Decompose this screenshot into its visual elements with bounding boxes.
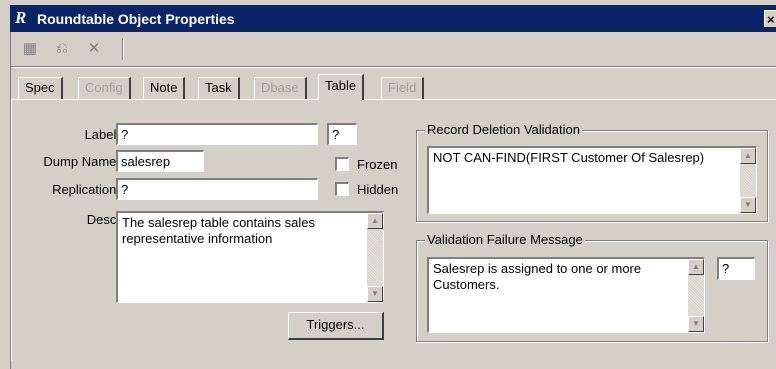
record-deletion-scrollbar[interactable]: ▲ ▼ bbox=[740, 148, 756, 213]
tab-note[interactable]: Note bbox=[143, 77, 186, 99]
validation-failure-group: Validation Failure Message Salesrep is a… bbox=[416, 232, 768, 342]
close-icon[interactable]: × bbox=[764, 10, 776, 27]
triggers-button[interactable]: Triggers... bbox=[288, 312, 384, 340]
frozen-label: Frozen bbox=[357, 157, 398, 172]
validation-failure-scrollbar[interactable]: ▲ ▼ bbox=[688, 259, 704, 332]
toolbar-divider bbox=[11, 66, 776, 68]
record-deletion-title: Record Deletion Validation bbox=[425, 122, 582, 137]
replication-label: Replication: bbox=[52, 182, 120, 197]
validation-failure-text: Salesrep is assigned to one or more Cust… bbox=[433, 261, 642, 292]
validation-failure-title: Validation Failure Message bbox=[425, 232, 585, 247]
scroll-down-icon[interactable]: ▼ bbox=[740, 197, 756, 213]
validation-failure-extra-input[interactable]: ? bbox=[717, 257, 755, 280]
desc-label: Desc: bbox=[86, 212, 120, 227]
frozen-checkbox[interactable] bbox=[335, 157, 349, 171]
tab-task[interactable]: Task bbox=[198, 77, 240, 99]
window-title: Roundtable Object Properties bbox=[37, 11, 235, 27]
replication-input[interactable]: ? bbox=[116, 178, 318, 200]
toolbar: ▦ ⎌ ✕ bbox=[18, 36, 128, 62]
table-tab-panel: Label: ? ? Dump Name: salesrep Frozen Re… bbox=[11, 99, 776, 361]
tab-spec[interactable]: Spec bbox=[18, 77, 63, 99]
scroll-up-icon[interactable]: ▲ bbox=[688, 259, 704, 275]
tab-config[interactable]: Config bbox=[78, 77, 131, 99]
label-input[interactable]: ? bbox=[116, 123, 318, 145]
record-deletion-group: Record Deletion Validation NOT CAN-FIND(… bbox=[416, 122, 768, 222]
dump-name-input[interactable]: salesrep bbox=[116, 150, 204, 172]
title-bar: R Roundtable Object Properties × bbox=[10, 5, 776, 32]
scroll-up-icon[interactable]: ▲ bbox=[367, 213, 383, 229]
record-deletion-text: NOT CAN-FIND(FIRST Customer Of Salesrep) bbox=[433, 150, 705, 165]
hidden-label: Hidden bbox=[357, 182, 399, 197]
hidden-checkbox[interactable] bbox=[335, 182, 349, 196]
save-icon[interactable]: ▦ bbox=[20, 39, 40, 59]
desc-scrollbar[interactable]: ▲ ▼ bbox=[367, 213, 383, 302]
dump-name-label: Dump Name: bbox=[43, 154, 120, 169]
tab-dbase[interactable]: Dbase bbox=[254, 77, 307, 99]
scroll-down-icon[interactable]: ▼ bbox=[688, 316, 704, 332]
scroll-up-icon[interactable]: ▲ bbox=[740, 148, 756, 164]
tab-field[interactable]: Field bbox=[381, 77, 425, 99]
desc-text: The salesrep table contains sales repres… bbox=[122, 215, 315, 246]
validation-failure-textarea[interactable]: Salesrep is assigned to one or more Cust… bbox=[427, 257, 705, 333]
record-deletion-textarea[interactable]: NOT CAN-FIND(FIRST Customer Of Salesrep)… bbox=[427, 146, 757, 214]
delete-icon[interactable]: ✕ bbox=[84, 39, 104, 59]
app-icon: R bbox=[15, 8, 27, 27]
toolbar-separator bbox=[122, 38, 124, 60]
desc-textarea[interactable]: The salesrep table contains sales repres… bbox=[116, 211, 384, 303]
scroll-down-icon[interactable]: ▼ bbox=[367, 286, 383, 302]
label-field-label: Label: bbox=[84, 127, 120, 142]
undo-icon[interactable]: ⎌ bbox=[52, 39, 72, 59]
label-extra-input[interactable]: ? bbox=[327, 123, 357, 145]
tab-table[interactable]: Table bbox=[318, 74, 365, 100]
